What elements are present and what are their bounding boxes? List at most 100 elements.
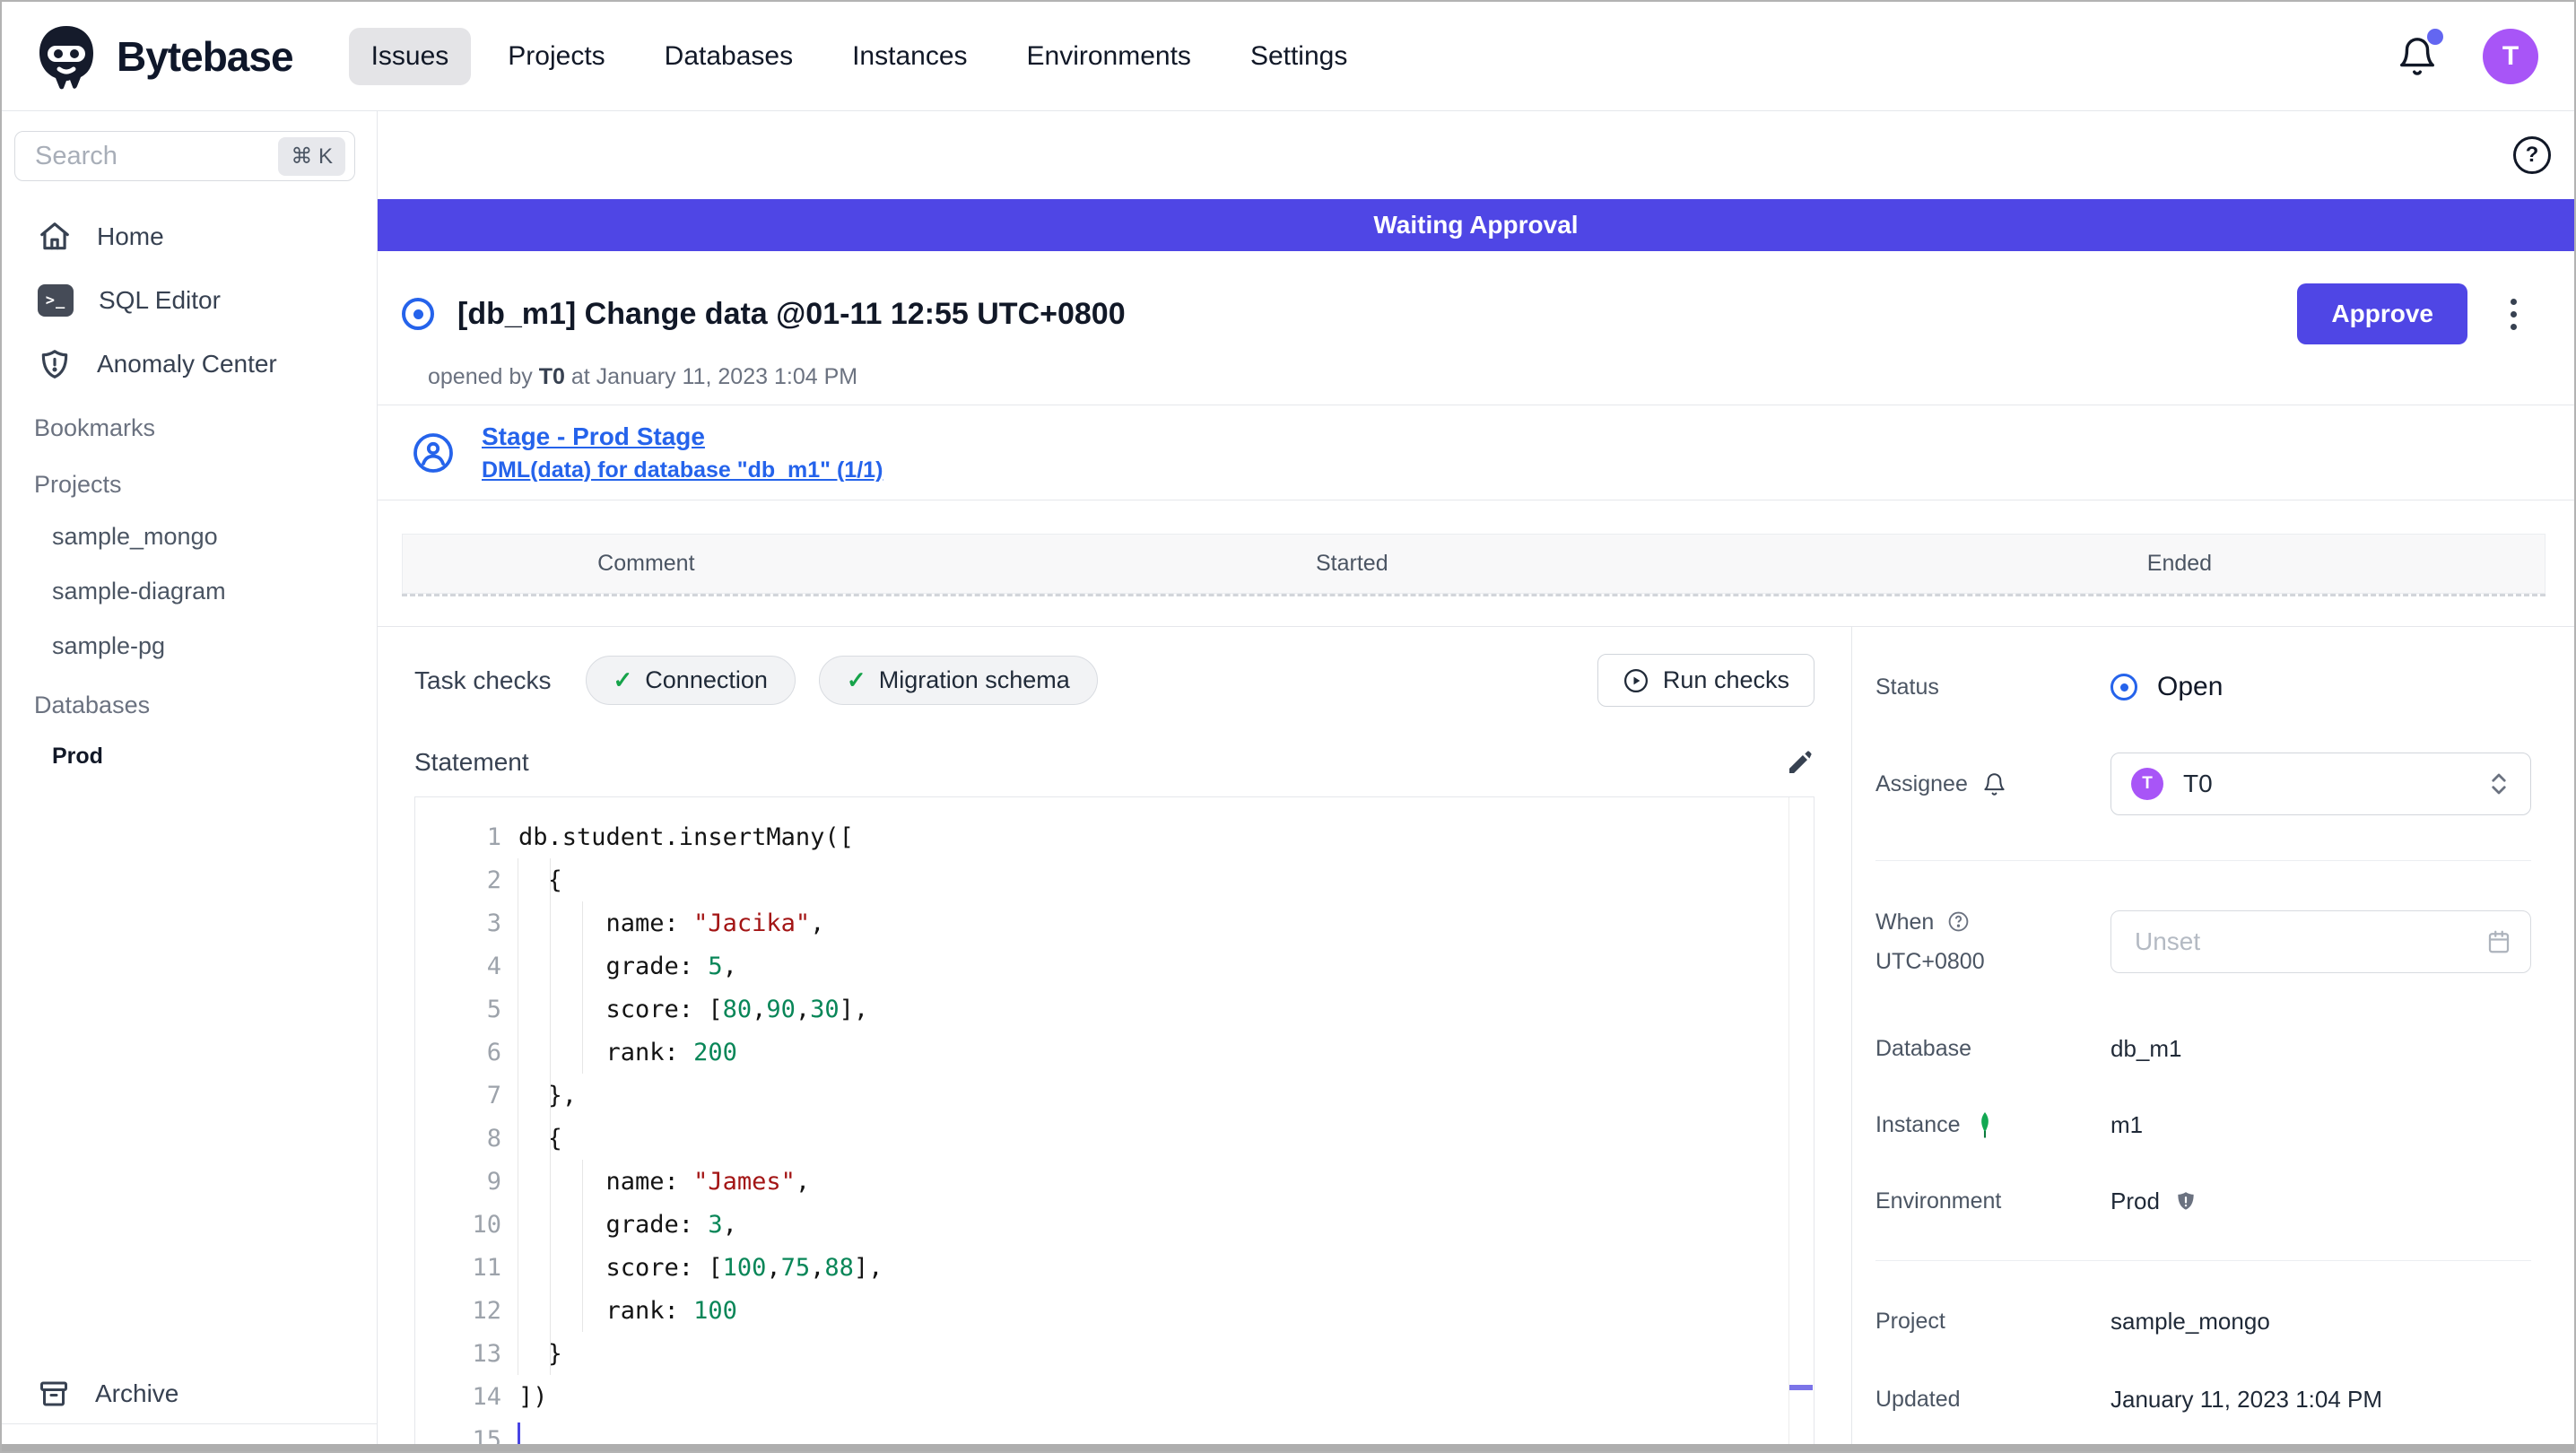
bytebase-logo[interactable]: Bytebase <box>32 22 294 91</box>
sidebar-item-sql-editor[interactable]: >_ SQL Editor <box>2 269 377 332</box>
sidebar-search[interactable]: ⌘ K <box>14 131 355 181</box>
code-line[interactable]: 14]) <box>415 1375 1814 1418</box>
code-line[interactable]: 3 name: "Jacika", <box>415 901 1814 944</box>
help-icon[interactable]: ? <box>2513 136 2551 174</box>
code-line[interactable]: 10 grade: 3, <box>415 1203 1814 1246</box>
code-line[interactable]: 5 score: [80,90,30], <box>415 988 1814 1031</box>
code-line[interactable]: 1 db.student.insertMany([ <box>415 815 1814 858</box>
home-icon <box>40 222 69 250</box>
code-text: rank: 100 <box>518 1296 737 1325</box>
code-line[interactable]: 12 rank: 100 <box>415 1289 1814 1332</box>
notification-dot <box>2427 28 2443 45</box>
sql-statement-editor[interactable]: 1 db.student.insertMany([2 {3 name: "Jaci… <box>414 796 1815 1446</box>
opened-prefix: opened by <box>428 364 533 389</box>
when-text: When <box>1875 909 1935 935</box>
main-nav: Issues Projects Databases Instances Envi… <box>348 27 1371 85</box>
when-input[interactable] <box>2133 927 2485 957</box>
top-navigation-bar: Bytebase Issues Projects Databases Insta… <box>2 2 2574 111</box>
indent-guide <box>550 858 551 1375</box>
instance-value: m1 <box>2110 1111 2144 1138</box>
check-chip-connection[interactable]: ✓ Connection <box>585 656 796 705</box>
search-input[interactable] <box>33 140 279 172</box>
overview-ruler <box>1788 797 1789 1445</box>
bytebase-logo-icon <box>39 25 93 89</box>
brand-name: Bytebase <box>117 32 294 80</box>
user-avatar[interactable]: T <box>2483 28 2538 84</box>
instance-row: Instance m1 <box>1875 1111 2531 1139</box>
code-line[interactable]: 9 name: "James", <box>415 1160 1814 1203</box>
project-row: Project sample_mongo <box>1875 1308 2531 1336</box>
mongodb-leaf-icon <box>1980 1111 1989 1137</box>
sidebar-database-prod[interactable]: Prod <box>2 730 377 783</box>
line-number: 4 <box>486 952 501 980</box>
sidebar-section-bookmarks: Bookmarks <box>34 414 156 441</box>
issue-author: T0 <box>538 364 565 389</box>
app-body: ⌘ K Home >_ SQL Editor Anomaly Center Bo… <box>2 111 2574 1446</box>
line-number: 11 <box>472 1253 501 1282</box>
issue-more-menu-icon[interactable] <box>2505 293 2522 335</box>
nav-tab-instances[interactable]: Instances <box>830 28 989 85</box>
notification-bell-icon[interactable] <box>2397 28 2443 77</box>
lower-split: Task checks ✓ Connection ✓ Migration sch… <box>378 626 2574 1446</box>
sidebar-bottom-divider <box>2 1423 377 1424</box>
database-label: Database <box>1875 1036 1972 1061</box>
code-line[interactable]: 6 rank: 200 <box>415 1031 1814 1074</box>
sidebar-project-sample-diagram[interactable]: sample-diagram <box>2 564 377 619</box>
code-line[interactable]: 11 score: [100,75,88], <box>415 1246 1814 1289</box>
stage-task-link[interactable]: DML(data) for database "db_m1" (1/1) <box>482 457 883 483</box>
sidebar-project-sample-pg[interactable]: sample-pg <box>2 619 377 674</box>
code-line[interactable]: 2 { <box>415 858 1814 901</box>
sidebar-item-label: Home <box>97 222 164 250</box>
when-datetime-field[interactable] <box>2110 910 2531 973</box>
code-line[interactable]: 8 { <box>415 1117 1814 1160</box>
environment-row: Environment Prod <box>1875 1188 2531 1215</box>
nav-tab-databases[interactable]: Databases <box>642 28 815 85</box>
status-value: Open <box>2157 672 2224 701</box>
line-number: 3 <box>486 909 501 937</box>
approve-button[interactable]: Approve <box>2297 283 2467 344</box>
code-line[interactable]: 7 }, <box>415 1074 1814 1117</box>
nav-tab-issues[interactable]: Issues <box>348 27 472 85</box>
line-number: 15 <box>472 1425 501 1446</box>
edit-pencil-icon[interactable] <box>1786 748 1815 777</box>
line-number: 6 <box>486 1038 501 1066</box>
run-checks-label: Run checks <box>1662 666 1789 693</box>
sidebar-item-archive[interactable]: Archive <box>2 1378 377 1410</box>
sidebar-item-home[interactable]: Home <box>2 204 377 269</box>
issue-header: [db_m1] Change data @01-11 12:55 UTC+080… <box>378 251 2574 405</box>
project-label: Project <box>1875 1309 1945 1334</box>
check-chip-migration-schema[interactable]: ✓ Migration schema <box>818 656 1098 705</box>
help-circle-icon <box>1948 911 1969 932</box>
nav-tab-settings[interactable]: Settings <box>1228 28 1370 85</box>
nav-tab-environments[interactable]: Environments <box>1005 28 1214 85</box>
assignee-bell-icon <box>1984 772 2005 796</box>
nav-tab-projects[interactable]: Projects <box>485 28 627 85</box>
code-line[interactable]: 15 <box>415 1418 1814 1446</box>
line-number: 9 <box>486 1167 501 1196</box>
code-line[interactable]: 4 grade: 5, <box>415 944 1814 988</box>
code-text: name: "James", <box>518 1167 811 1196</box>
code-lines: 1 db.student.insertMany([2 {3 name: "Jaci… <box>415 797 1814 1446</box>
check-chip-label: Migration schema <box>878 666 1070 693</box>
stage-row: Stage - Prod Stage DML(data) for databas… <box>378 405 2574 500</box>
stage-link[interactable]: Stage - Prod Stage <box>482 422 883 451</box>
protected-shield-icon <box>2178 1191 2194 1210</box>
environment-value: Prod <box>2110 1188 2160 1214</box>
play-circle-icon <box>1623 668 1648 692</box>
sidebar-project-sample-mongo[interactable]: sample_mongo <box>2 509 377 564</box>
details-divider <box>1875 1260 2531 1261</box>
issue-details-panel: Status Open Assignee T T0 When UTC+0800 … <box>1851 627 2574 1446</box>
line-number: 14 <box>472 1382 501 1411</box>
assignee-value: T0 <box>2183 770 2213 797</box>
run-checks-button[interactable]: Run checks <box>1597 654 1815 707</box>
project-value: sample_mongo <box>2110 1308 2270 1335</box>
code-text: grade: 3, <box>518 1210 737 1239</box>
issue-opened-time: January 11, 2023 1:04 PM <box>596 364 858 389</box>
window-bottom-edge <box>2 1444 2574 1451</box>
sidebar-item-anomaly-center[interactable]: Anomaly Center <box>2 332 377 396</box>
column-header-ended: Ended <box>2146 551 2213 576</box>
assignee-select[interactable]: T T0 <box>2110 753 2531 815</box>
statement-header-row: Statement <box>414 748 1815 777</box>
code-line[interactable]: 13 } <box>415 1332 1814 1375</box>
check-icon: ✓ <box>613 666 633 693</box>
